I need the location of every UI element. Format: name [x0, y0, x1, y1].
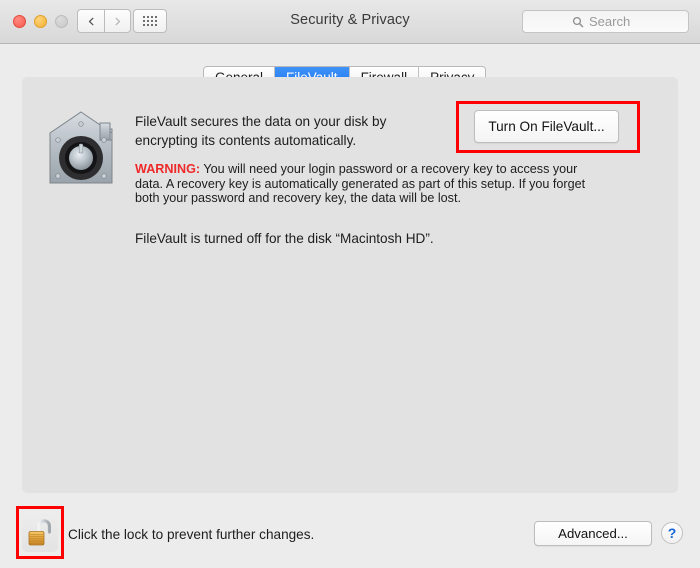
window-titlebar: Security & Privacy Search — [0, 0, 700, 44]
unlocked-padlock-icon — [28, 519, 51, 546]
turn-on-filevault-button[interactable]: Turn On FileVault... — [474, 110, 619, 143]
filevault-description: FileVault secures the data on your disk … — [135, 114, 387, 148]
search-icon — [572, 16, 584, 27]
filevault-status: FileVault is turned off for the disk “Ma… — [135, 231, 434, 246]
search-placeholder: Search — [589, 14, 631, 29]
warning-text: You will need your login password or a r… — [135, 162, 586, 205]
filevault-warning: WARNING: You will need your login passwo… — [135, 162, 608, 206]
help-button[interactable]: ? — [661, 522, 683, 544]
advanced-button[interactable]: Advanced... — [534, 521, 652, 546]
security-privacy-window: Security & Privacy Search General FileVa… — [0, 0, 700, 568]
filevault-safe-icon — [49, 111, 113, 184]
lock-button[interactable] — [22, 512, 58, 552]
search-field[interactable]: Search — [522, 10, 689, 33]
lock-hint-text: Click the lock to prevent further change… — [68, 527, 315, 542]
warning-label: WARNING: — [135, 162, 201, 176]
